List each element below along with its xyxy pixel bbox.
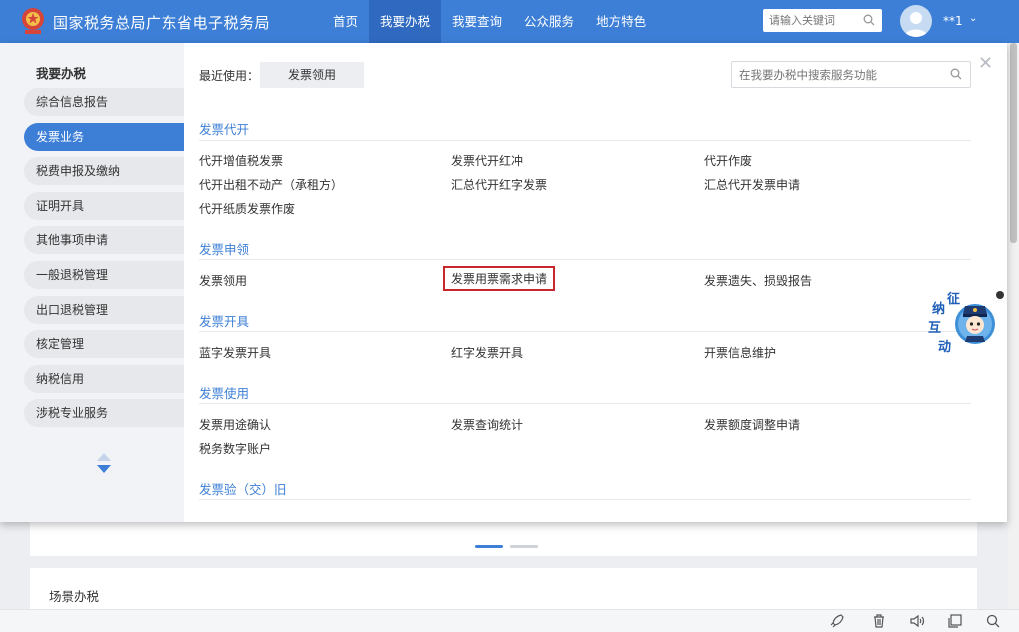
mascot-char: 纳 (932, 302, 946, 317)
link-invoice-collect[interactable]: 发票领用 (199, 272, 247, 289)
section-divider (199, 499, 971, 500)
bottom-toolbar (0, 609, 1019, 632)
user-avatar-icon (904, 12, 928, 37)
link-blue-invoice-issue[interactable]: 蓝字发票开具 (199, 344, 271, 361)
rocket-icon[interactable] (829, 613, 845, 629)
category-sidebar: 我要办税 综合信息报告 发票业务 税费申报及缴纳 证明开具 其他事项申请 一般退… (0, 43, 184, 522)
sidebar-item-general-refund[interactable]: 一般退税管理 (24, 261, 184, 289)
link-invoice-red-reversal[interactable]: 发票代开红冲 (451, 152, 523, 169)
carousel-dot[interactable] (510, 545, 538, 548)
recent-item[interactable]: 发票领用 (260, 62, 364, 88)
section-divider (199, 403, 971, 404)
nav-home[interactable]: 首页 (322, 0, 369, 43)
link-summary-red-invoice[interactable]: 汇总代开红字发票 (451, 176, 547, 193)
link-invoice-query-stats[interactable]: 发票查询统计 (451, 416, 523, 433)
scene-tax-card: 场景办税 (30, 568, 977, 609)
tax-emblem-icon (22, 8, 44, 34)
close-icon[interactable]: ✕ (978, 55, 993, 73)
scroll-arrows-icon[interactable] (96, 453, 112, 477)
interaction-mascot[interactable]: 征 纳 互 动 (925, 290, 1005, 356)
chevron-down-icon[interactable]: ⌄ (969, 13, 977, 24)
link-red-invoice-issue[interactable]: 红字发票开具 (451, 344, 523, 361)
recent-label: 最近使用： (199, 69, 260, 83)
username[interactable]: **1 (943, 14, 963, 28)
section-title-invoice-verify-old: 发票验（交）旧 (199, 482, 287, 497)
search-icon[interactable] (950, 68, 962, 80)
section-title-invoice-issuing: 发票开具 (199, 314, 250, 329)
link-billing-info-maintain[interactable]: 开票信息维护 (704, 344, 776, 361)
avatar[interactable] (900, 5, 932, 37)
link-summary-issue-request[interactable]: 汇总代开发票申请 (704, 176, 800, 193)
section-divider (199, 259, 971, 260)
link-vat-invoice-issue[interactable]: 代开增值税发票 (199, 152, 283, 169)
header-search (763, 9, 882, 32)
link-invoice-purpose-confirm[interactable]: 发票用途确认 (199, 416, 271, 433)
top-header: 国家税务总局广东省电子税务局 首页 我要办税 我要查询 公众服务 地方特色 **… (0, 0, 1019, 43)
panel-search (731, 61, 971, 88)
tax-menu-panel: 我要办税 综合信息报告 发票业务 税费申报及缴纳 证明开具 其他事项申请 一般退… (0, 43, 1007, 522)
section-divider (199, 331, 971, 332)
link-paper-invoice-cancel[interactable]: 代开纸质发票作废 (199, 200, 295, 217)
window-icon[interactable] (947, 613, 963, 629)
carousel-dot-active[interactable] (475, 545, 503, 548)
link-issue-cancel[interactable]: 代开作废 (704, 152, 752, 169)
sidebar-item-tax-filing[interactable]: 税费申报及缴纳 (24, 157, 184, 185)
sidebar-item-other-requests[interactable]: 其他事项申请 (24, 226, 184, 254)
nav-local-features[interactable]: 地方特色 (585, 0, 657, 43)
mascot-char: 动 (938, 340, 952, 355)
speaker-icon[interactable] (909, 613, 925, 629)
section-divider (199, 140, 971, 141)
header-search-input[interactable] (763, 9, 859, 32)
nav-tax-handling[interactable]: 我要办税 (369, 0, 442, 43)
site-title: 国家税务总局广东省电子税务局 (53, 14, 271, 32)
section-title-invoice-usage: 发票使用 (199, 386, 250, 401)
main-nav: 首页 我要办税 我要查询 公众服务 地方特色 (322, 0, 657, 43)
sidebar-title: 我要办税 (36, 66, 87, 81)
panel-search-input[interactable] (732, 62, 942, 87)
sidebar-item-invoice[interactable]: 发票业务 (24, 123, 184, 151)
sidebar-item-info-report[interactable]: 综合信息报告 (24, 88, 184, 116)
sidebar-item-export-refund[interactable]: 出口退税管理 (24, 296, 184, 324)
link-invoice-quota-adjust[interactable]: 发票额度调整申请 (704, 416, 800, 433)
link-invoice-demand-request[interactable]: 发票用票需求申请 (443, 266, 556, 291)
background-card (30, 522, 977, 556)
mascot-char: 征 (947, 292, 961, 307)
sidebar-item-assessment[interactable]: 核定管理 (24, 330, 184, 358)
scene-tax-title: 场景办税 (49, 589, 100, 604)
sidebar-item-credit[interactable]: 纳税信用 (24, 365, 184, 393)
link-rental-property-issue[interactable]: 代开出租不动产（承租方） (199, 176, 343, 193)
link-tax-digital-account[interactable]: 税务数字账户 (199, 440, 271, 457)
search-icon[interactable] (863, 14, 875, 26)
section-title-invoice-issuance: 发票代开 (199, 122, 250, 137)
link-invoice-loss-report[interactable]: 发票遗失、损毁报告 (704, 272, 812, 289)
search-icon[interactable] (985, 613, 1001, 629)
trash-icon[interactable] (871, 613, 887, 629)
nav-public-service[interactable]: 公众服务 (513, 0, 585, 43)
mascot-char: 互 (928, 321, 942, 336)
page-scrollbar[interactable] (1008, 43, 1019, 609)
sidebar-item-certificate[interactable]: 证明开具 (24, 192, 184, 220)
sidebar-item-professional-service[interactable]: 涉税专业服务 (24, 399, 184, 427)
scrollbar-thumb[interactable] (1010, 43, 1017, 243)
nav-query[interactable]: 我要查询 (441, 0, 513, 43)
section-title-invoice-application: 发票申领 (199, 242, 250, 257)
